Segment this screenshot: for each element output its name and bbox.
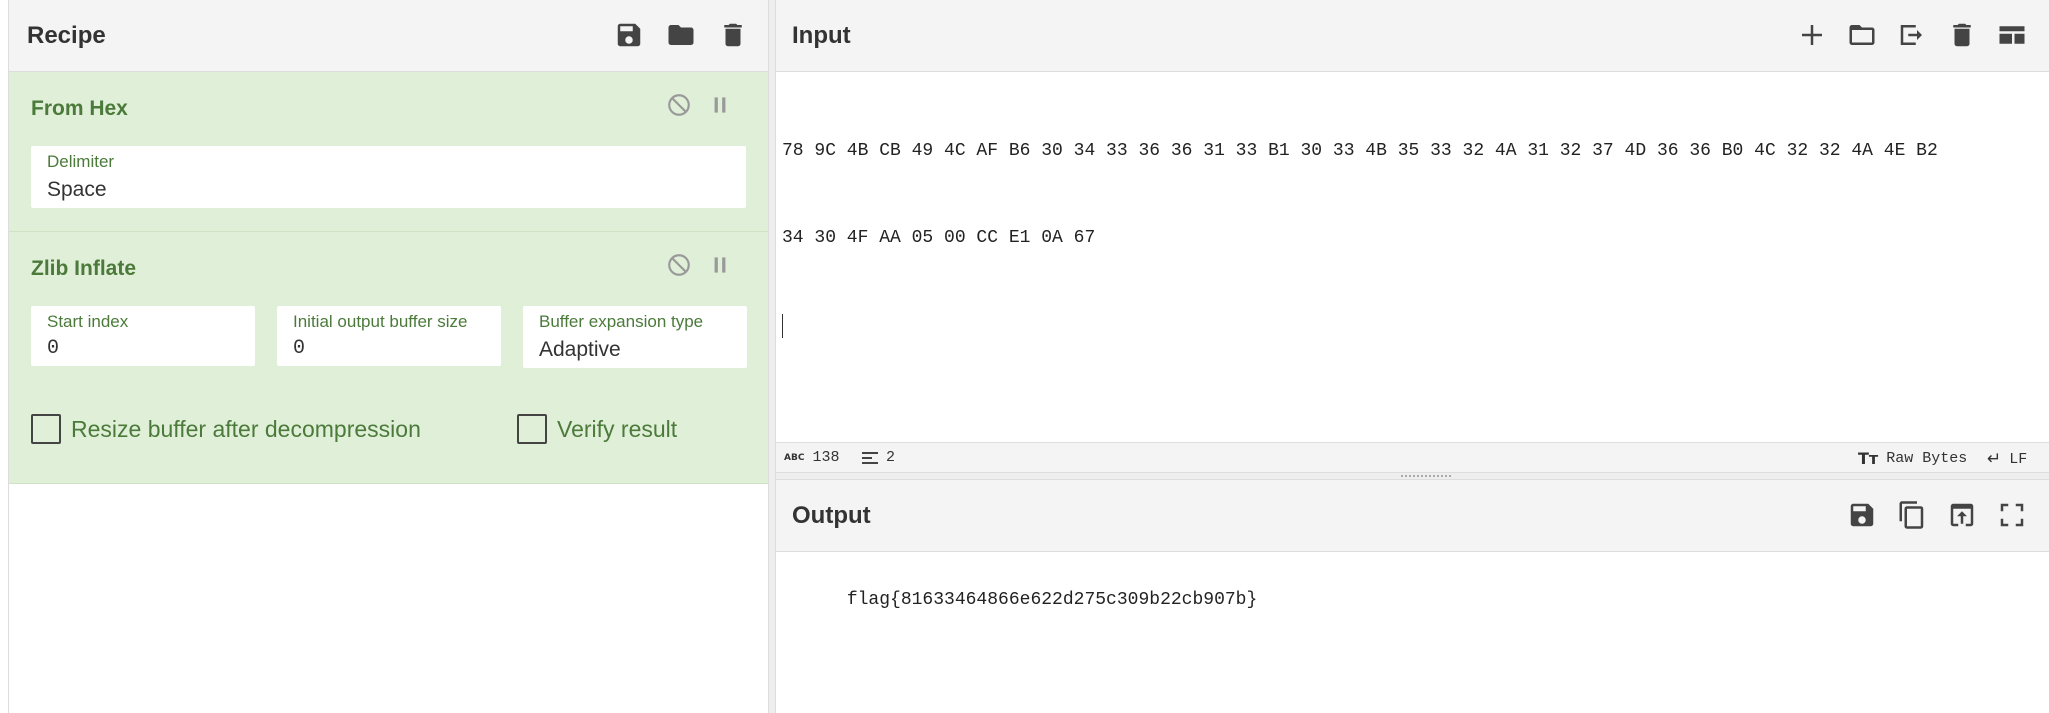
input-line: 34 30 4F AA 05 00 CC E1 0A 67 [782,228,1096,248]
maximize-output-button[interactable] [1995,498,2029,532]
field-value: Space [47,178,107,201]
pause-icon [714,257,726,273]
recipe-panel: Recipe From Hex Delimiter Space Zlib Inf… [8,0,769,713]
initial-output-buffer-size-field[interactable]: Initial output buffer size 0 [277,306,501,366]
verify-result-checkbox[interactable]: Verify result [517,414,677,444]
input-title: Input [792,22,851,49]
replace-input-button[interactable] [1945,498,1979,532]
field-label: Initial output buffer size [293,312,468,331]
line-count-value: 2 [886,449,896,466]
field-value: 0 [293,337,306,360]
recipe-title: Recipe [27,21,106,49]
open-file-button[interactable] [1845,18,1879,52]
clear-recipe-button[interactable] [716,18,750,52]
maximize-icon [2000,503,2024,527]
char-count-value: 138 [812,449,840,466]
layout-icon [1999,26,2025,44]
output-value: flag{81633464866e622d275c309b22cb907b} [846,590,1258,610]
save-output-button[interactable] [1845,498,1879,532]
clear-input-button[interactable] [1945,18,1979,52]
disable-icon [668,94,690,116]
disable-operation-button[interactable] [664,90,694,120]
input-line: 78 9C 4B CB 49 4C AF B6 30 34 33 36 36 3… [782,141,1938,161]
eol-value: LF [2009,450,2028,468]
disable-operation-button[interactable] [664,250,694,280]
operation-from-hex[interactable]: From Hex Delimiter Space [9,72,769,232]
import-icon [1900,25,1922,45]
operation-zlib-inflate[interactable]: Zlib Inflate Start index 0 Initial outpu… [9,232,769,484]
start-index-field[interactable]: Start index 0 [31,306,255,366]
return-icon: ↵ [1987,449,2002,469]
input-header: Input [776,0,2049,72]
replace-input-icon [1950,503,1974,527]
checkbox-box[interactable] [517,414,547,444]
field-label: Buffer expansion type [539,312,704,331]
splitter-grip [1401,475,1451,478]
save-recipe-button[interactable] [612,18,646,52]
disable-icon [668,254,690,276]
field-label: Delimiter [47,152,115,171]
io-splitter[interactable] [776,472,2049,480]
input-status-bar: ABC 138 2 Tт Raw Bytes ↵ LF [776,442,2049,472]
add-tab-button[interactable] [1795,18,1829,52]
buffer-expansion-type-select[interactable]: Buffer expansion type Adaptive [523,306,747,368]
text-size-icon: Tт [1858,449,1879,468]
text-cursor [782,314,783,338]
folder-icon [668,25,694,45]
field-value: Adaptive [539,338,621,361]
add-icon [1802,25,1822,45]
breakpoint-button[interactable] [705,250,735,280]
recipe-header: Recipe [9,0,768,72]
io-area: Input 78 9C 4B CB 49 4C AF B6 30 34 33 3… [776,0,2049,713]
eol-selector[interactable]: ↵ LF [1987,449,2027,469]
line-count: 2 [862,449,895,466]
cyberchef-app: Recipe From Hex Delimiter Space Zlib Inf… [0,0,2049,713]
load-recipe-button[interactable] [664,18,698,52]
checkbox-box[interactable] [31,414,61,444]
save-icon [1850,503,1874,527]
trash-icon [1953,23,1971,47]
copy-icon [1899,501,1924,529]
field-value: 0 [47,337,60,360]
checkbox-label: Verify result [557,415,678,442]
panel-resizer[interactable] [768,0,776,713]
checkbox-label: Resize buffer after decompression [71,415,421,442]
abc-icon: ABC [784,452,805,463]
breakpoint-button[interactable] [705,90,735,120]
open-folder-icon [1849,25,1875,45]
encoding-value: Raw Bytes [1886,450,1968,467]
char-count: ABC 138 [784,449,839,466]
lines-icon [862,451,878,464]
encoding-selector[interactable]: Tт Raw Bytes [1858,449,1967,468]
input-textarea[interactable]: 78 9C 4B CB 49 4C AF B6 30 34 33 36 36 3… [782,79,1938,396]
field-label: Start index [47,312,129,331]
operation-title: Zlib Inflate [31,257,136,280]
resize-buffer-checkbox[interactable]: Resize buffer after decompression [31,414,421,444]
pause-icon [714,97,726,113]
trash-icon [724,23,742,47]
operation-title: From Hex [31,97,128,120]
output-text[interactable]: flag{81633464866e622d275c309b22cb907b} [782,557,1257,644]
save-icon [617,23,641,47]
copy-output-button[interactable] [1895,498,1929,532]
output-header: Output [776,480,2049,552]
open-folder-button[interactable] [1895,18,1929,52]
delimiter-field[interactable]: Delimiter Space [31,146,746,208]
output-title: Output [792,502,871,529]
reset-layout-button[interactable] [1995,18,2029,52]
